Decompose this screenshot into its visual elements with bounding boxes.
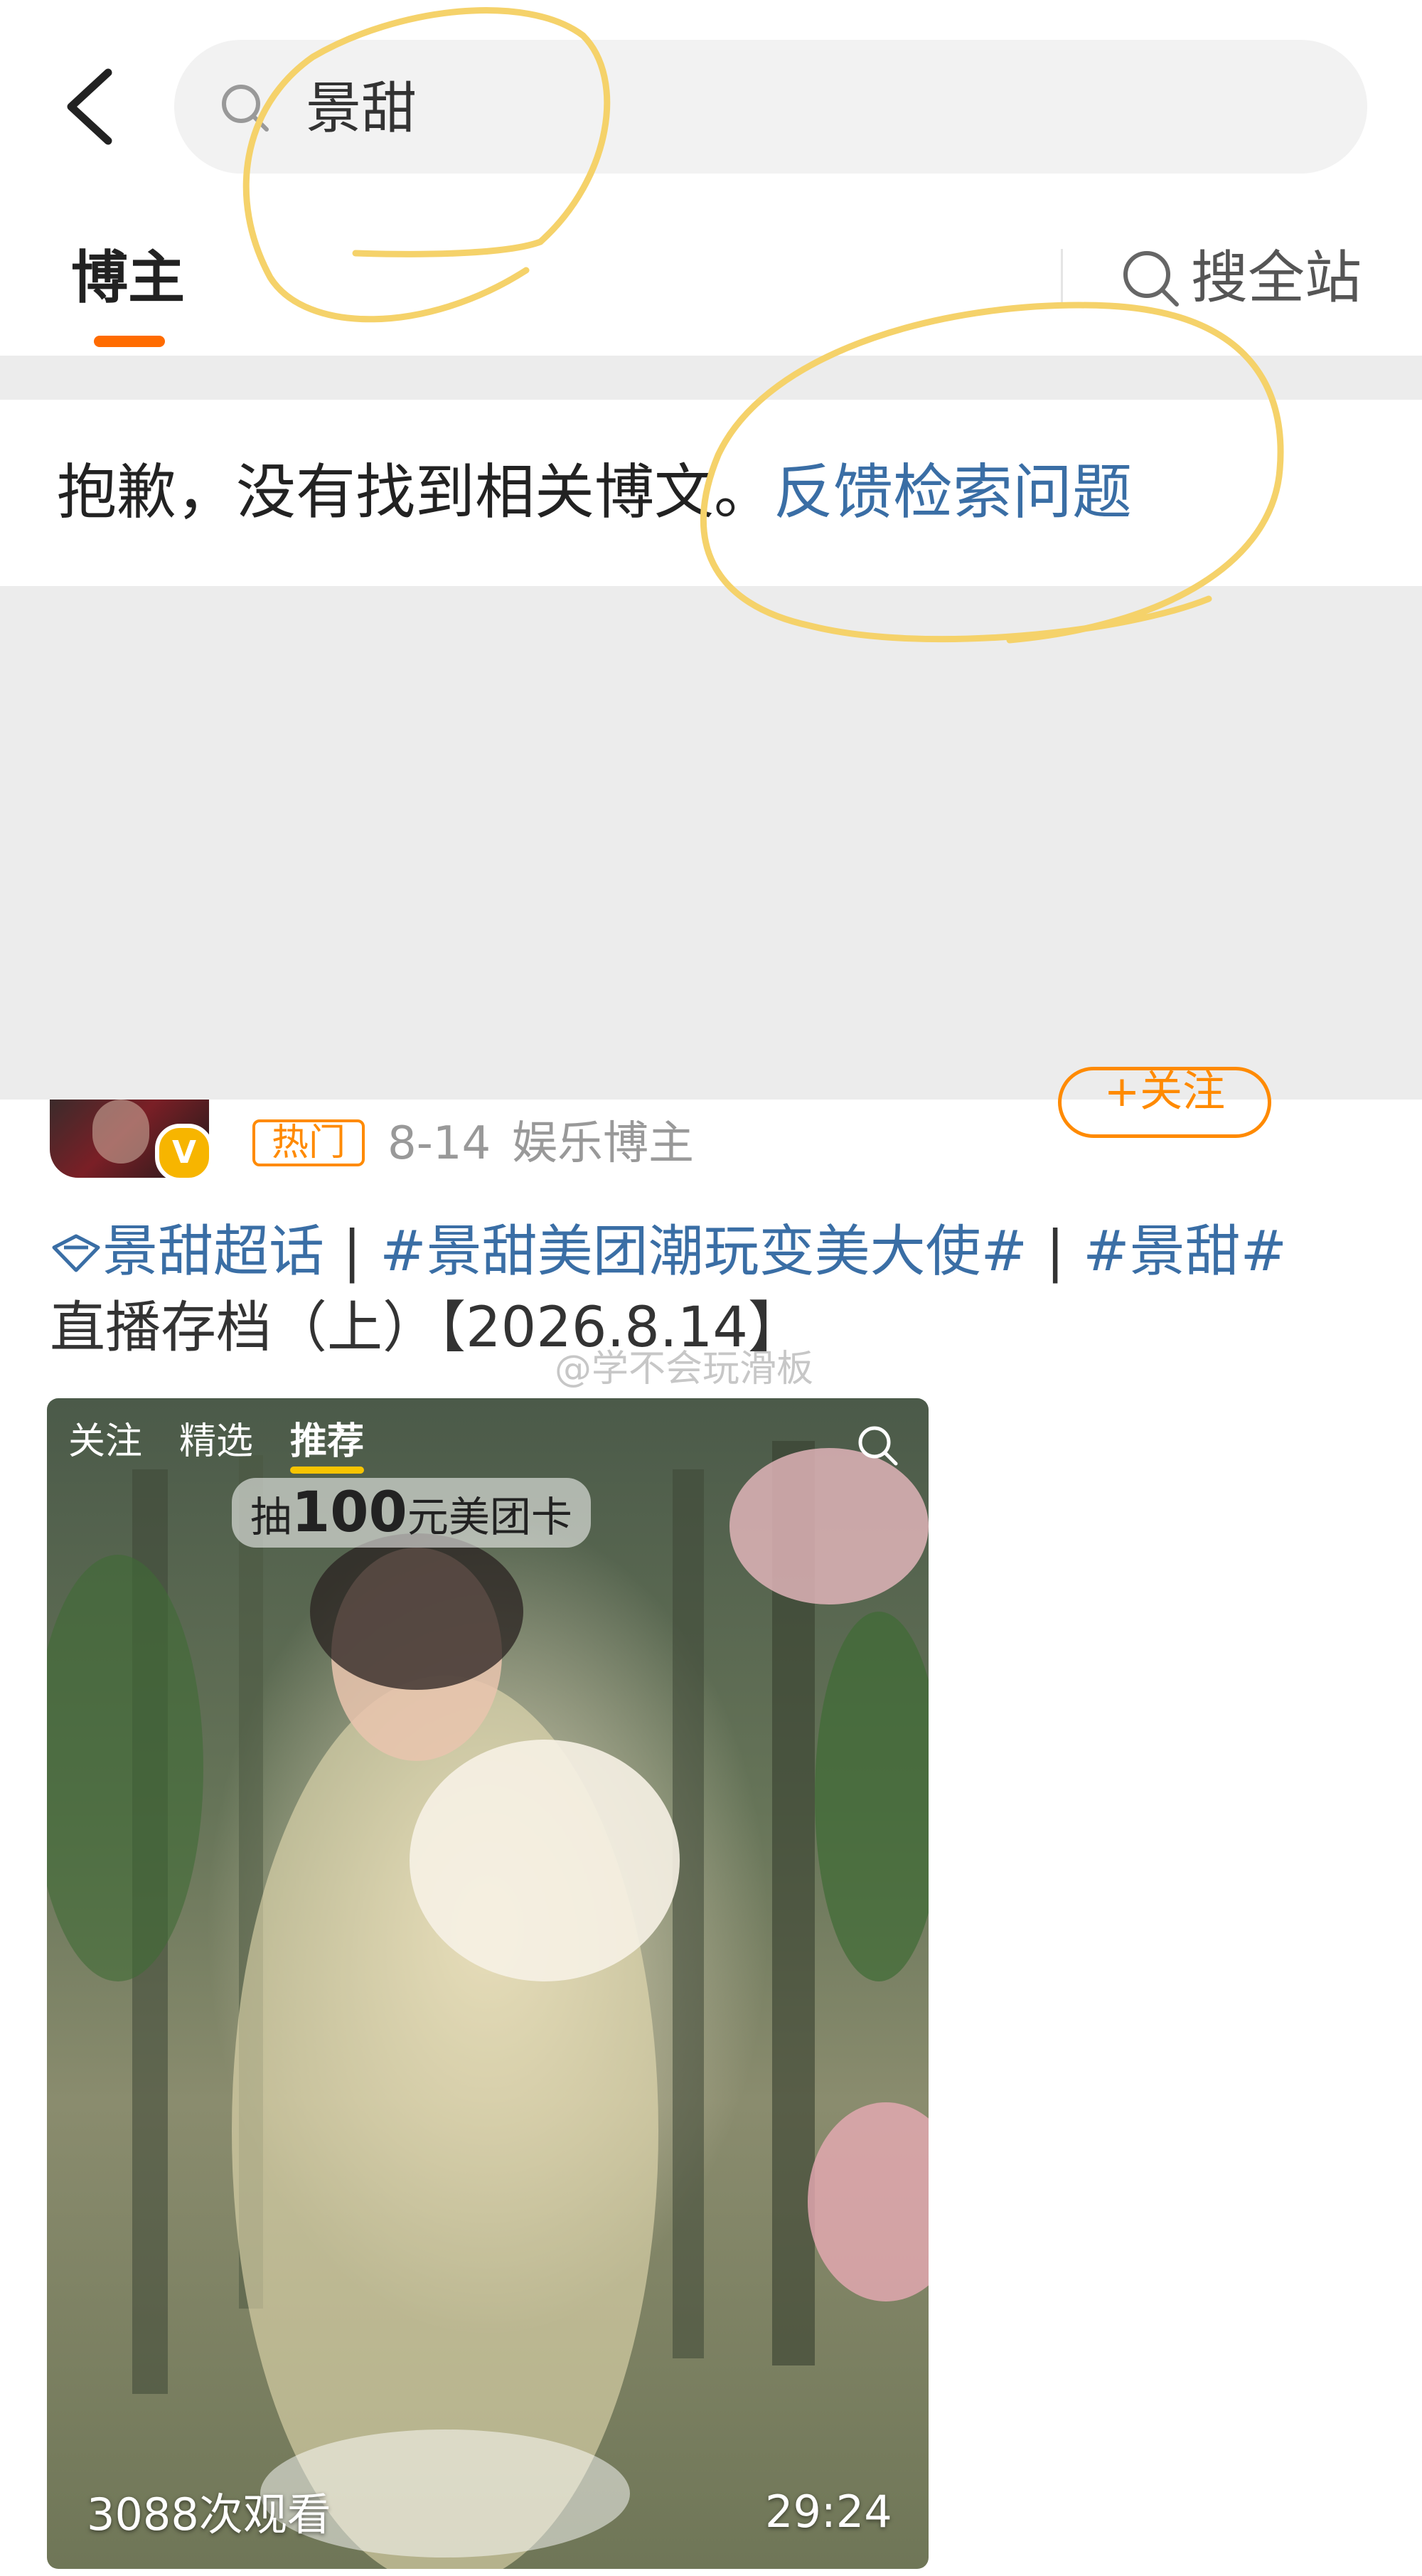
separator-band <box>0 356 1422 400</box>
search-icon <box>217 80 274 137</box>
video-tabs: 关注 精选 推荐 <box>68 1417 365 1474</box>
chevron-left-icon <box>67 68 112 145</box>
separator: | <box>343 1220 362 1284</box>
video-duration: 29:24 <box>765 2486 892 2538</box>
search-input[interactable]: 景甜 <box>306 70 417 148</box>
search-icon[interactable] <box>855 1422 902 1469</box>
empty-results-area <box>0 586 1422 1100</box>
hashtag-link[interactable]: #景甜美团潮玩变美大使# <box>380 1220 1027 1284</box>
forest-background <box>47 1441 929 2569</box>
video-thumbnail[interactable]: 关注 精选 推荐 抽100元美团卡 3088次观看 29:24 <box>47 1398 929 2569</box>
video-tab-picks[interactable]: 精选 <box>179 1417 253 1467</box>
video-tab-recommend[interactable]: 推荐 <box>290 1417 365 1474</box>
search-all-label: 搜全站 <box>1191 245 1362 311</box>
tab-blogger[interactable]: 博主 <box>71 239 185 317</box>
back-button[interactable] <box>50 57 135 156</box>
no-results-label: 抱歉，没有找到相关博文。 <box>57 457 774 527</box>
verified-badge: V <box>155 1124 213 1182</box>
view-count: 3088次观看 <box>87 2489 331 2540</box>
hashtag-link[interactable]: #景甜# <box>1083 1220 1287 1284</box>
author-tag: 娱乐博主 <box>512 1117 694 1170</box>
post-date: 8-14 <box>387 1117 491 1170</box>
search-icon <box>1123 251 1179 307</box>
search-all-button[interactable]: 搜全站 <box>1120 239 1362 317</box>
hot-badge: 热门 <box>252 1119 365 1166</box>
watermark: @学不会玩滑板 <box>555 1348 814 1390</box>
separator: | <box>1046 1220 1065 1284</box>
feedback-link[interactable]: 反馈检索问题 <box>774 457 1132 527</box>
divider <box>1061 249 1063 303</box>
promo-banner: 抽100元美团卡 <box>232 1478 591 1548</box>
post-text-line-1: 景甜超话 | #景甜美团潮玩变美大使# | #景甜# <box>50 1209 1287 1294</box>
promo-amount: 100 <box>292 1481 407 1545</box>
super-topic-diamond-icon <box>52 1234 100 1272</box>
no-results-text: 抱歉，没有找到相关博文。反馈检索问题 <box>57 449 1132 535</box>
active-tab-indicator <box>94 336 165 347</box>
video-tab-follow[interactable]: 关注 <box>68 1417 142 1467</box>
super-topic-link[interactable]: 景甜超话 <box>102 1220 324 1284</box>
promo-suffix: 元美团卡 <box>407 1493 572 1541</box>
follow-button[interactable]: +关注 <box>1058 1067 1271 1138</box>
promo-prefix: 抽 <box>250 1493 292 1541</box>
